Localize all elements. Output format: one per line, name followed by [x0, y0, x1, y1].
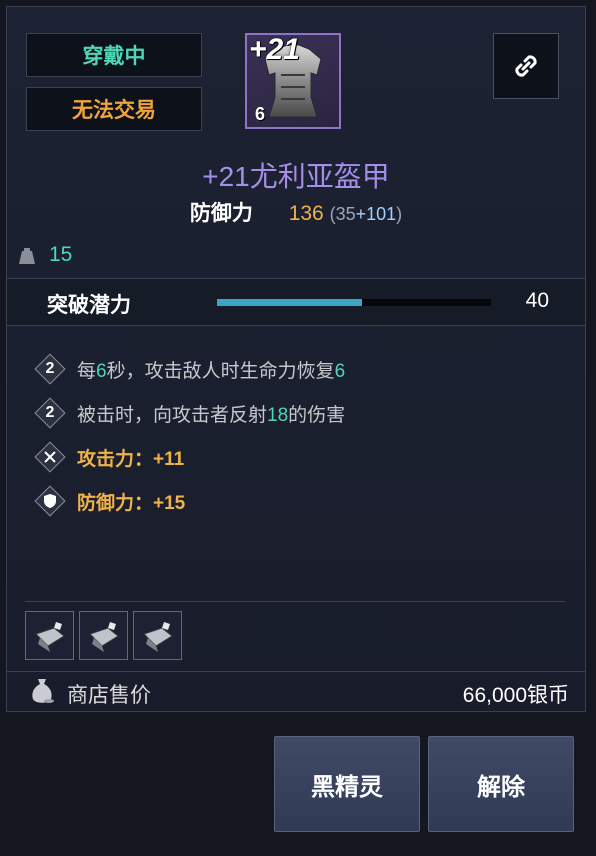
weight-icon [19, 248, 35, 264]
defense-breakdown: (35+101) [329, 204, 403, 224]
item-name: +21尤利亚盔甲 [202, 161, 390, 192]
sell-price-row: 商店售价 66,000银币 [7, 671, 585, 711]
defense-bonus: +101 [355, 204, 397, 224]
divider [25, 601, 565, 602]
link-icon [515, 55, 537, 77]
item-icon: +21 6 [245, 33, 341, 129]
divider [7, 325, 585, 326]
defense-base: 35 [335, 204, 356, 224]
rank-badge-icon: 2 [35, 354, 65, 384]
defense-line: 防御力 136 (35+101) [7, 197, 585, 227]
weight-row: 15 [19, 243, 72, 267]
money-bag-icon [32, 679, 54, 703]
potential-bar-fill [217, 299, 363, 306]
gem-slots [25, 611, 182, 660]
potential-bar [217, 299, 491, 306]
gem-slot[interactable] [25, 611, 74, 660]
sell-price-label: 商店售价 [67, 684, 151, 707]
effect-attack: 攻击力：+11 [35, 435, 345, 479]
effect-reflect: 2 被击时，向攻击者反射18的伤害 [35, 391, 346, 435]
gem-icon [34, 621, 65, 652]
item-tooltip-panel: 穿戴中 无法交易 +21 6 +21尤利亚盔甲 防御力 136 (35+101)… [6, 6, 586, 712]
dark-elf-button[interactable]: 黑精灵 [274, 736, 420, 832]
rank-badge-icon: 2 [35, 398, 65, 428]
potential-row: 突破潜力 40 [7, 279, 585, 325]
effect-text: 每6秒，攻击敌人时生命力恢复6 [77, 360, 346, 382]
gem-slot[interactable] [133, 611, 182, 660]
sell-price-value: 66,000银币 [462, 684, 569, 707]
equipped-tag: 穿戴中 [26, 33, 202, 77]
potential-value: 40 [525, 289, 549, 312]
gem-icon [88, 621, 119, 652]
potential-label: 突破潜力 [47, 294, 131, 317]
effect-text: 防御力：+15 [77, 492, 186, 514]
weight-value: 15 [49, 243, 73, 266]
crossed-swords-icon [35, 442, 65, 472]
effect-text: 攻击力：+11 [77, 448, 185, 470]
icon-level: 6 [255, 104, 266, 124]
effect-regen: 2 每6秒，攻击敌人时生命力恢复6 [35, 347, 346, 391]
shield-icon [35, 486, 65, 516]
release-button[interactable]: 解除 [428, 736, 574, 832]
effects-list: 2 每6秒，攻击敌人时生命力恢复6 2 被击时，向攻击者反射18的伤害 攻击力：… [35, 347, 345, 523]
gem-slot[interactable] [79, 611, 128, 660]
defense-value: 136 [288, 202, 324, 225]
gem-icon [142, 621, 173, 652]
link-button[interactable] [493, 33, 559, 99]
defense-label: 防御力 [189, 202, 253, 225]
effect-text: 被击时，向攻击者反射18的伤害 [77, 404, 346, 426]
enhance-level: +21 [249, 33, 300, 66]
effect-defense: 防御力：+15 [35, 479, 345, 523]
untradable-tag: 无法交易 [26, 87, 202, 131]
